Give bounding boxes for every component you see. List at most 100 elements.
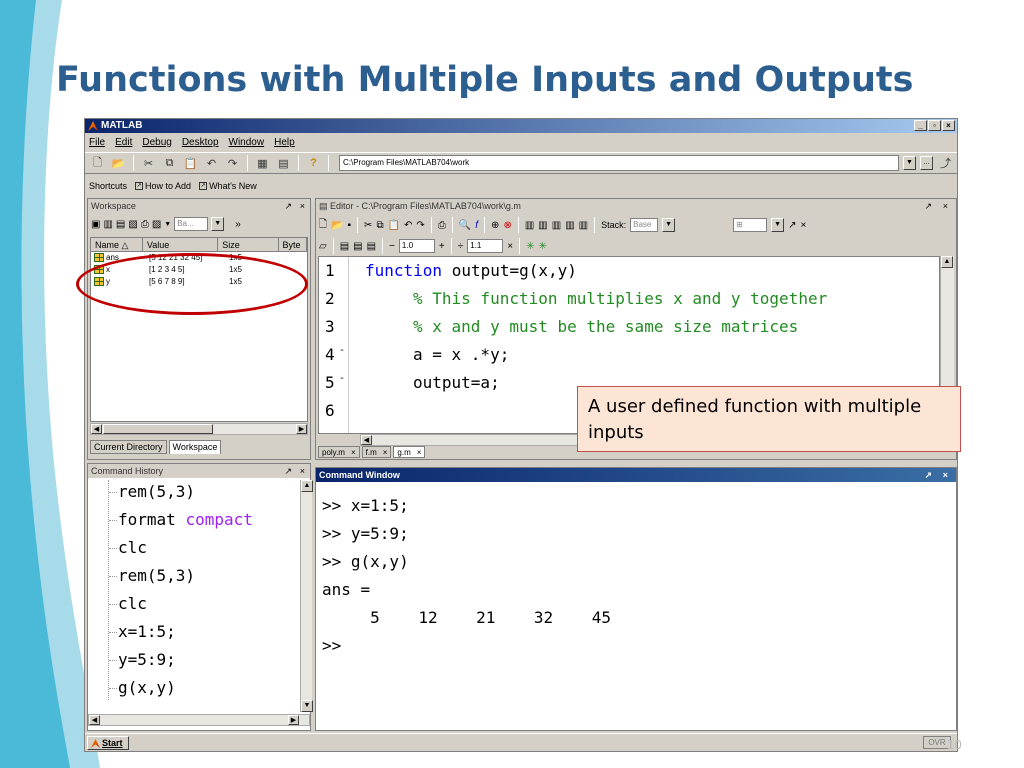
cell-mode-icon[interactable]: ▱ bbox=[319, 241, 327, 252]
list-item[interactable]: y=5:9; bbox=[118, 650, 176, 669]
command-window-body[interactable]: >> x=1:5; >> y=5:9; >> g(x,y) ans = 5 12… bbox=[316, 484, 956, 730]
import-icon[interactable]: ▥ bbox=[103, 219, 112, 230]
menu-desktop[interactable]: Desktop bbox=[182, 137, 219, 148]
scroll-left-icon[interactable]: ◀ bbox=[89, 715, 100, 725]
column-bytes[interactable]: Byte bbox=[278, 238, 307, 252]
paste-icon[interactable]: 📋 bbox=[388, 220, 400, 231]
continue-icon[interactable]: ▥ bbox=[565, 220, 574, 231]
more-icon[interactable]: » bbox=[235, 219, 241, 230]
simulink-icon[interactable]: ▦ bbox=[254, 155, 271, 172]
chevron-down-icon[interactable]: ▼ bbox=[164, 221, 171, 228]
menu-debug[interactable]: Debug bbox=[142, 137, 171, 148]
plot-icon[interactable]: ▨ bbox=[152, 219, 161, 230]
print-icon[interactable]: ⎙ bbox=[438, 220, 446, 231]
undock-icon[interactable]: ↗ bbox=[284, 464, 292, 478]
copy-icon[interactable]: ⧉ bbox=[161, 155, 178, 172]
cell-icon[interactable]: ✳ bbox=[538, 241, 546, 252]
close-icon[interactable]: × bbox=[943, 468, 948, 482]
open-folder-icon[interactable]: 📂 bbox=[110, 155, 127, 172]
folder-up-icon[interactable]: ⤴ bbox=[937, 155, 954, 172]
undock-icon[interactable]: ↗ bbox=[924, 199, 932, 213]
clear-breakpoints-icon[interactable]: ⊗ bbox=[503, 220, 511, 231]
breakpoint-dash[interactable]: - bbox=[339, 345, 345, 356]
history-vscrollbar[interactable]: ▲ ▼ bbox=[300, 480, 313, 712]
scroll-right-icon[interactable]: ▶ bbox=[296, 424, 307, 434]
open-folder-icon[interactable]: 📂 bbox=[331, 220, 343, 231]
how-to-add-link[interactable]: ↗ How to Add bbox=[135, 181, 191, 191]
increment-icon[interactable]: + bbox=[439, 241, 445, 252]
print-icon[interactable]: ⎙ bbox=[141, 219, 149, 230]
redo-icon[interactable]: ↷ bbox=[224, 155, 241, 172]
tab-current-directory[interactable]: Current Directory bbox=[90, 440, 167, 454]
divide-icon[interactable]: ÷ bbox=[458, 241, 464, 252]
menu-edit[interactable]: Edit bbox=[115, 137, 132, 148]
start-button[interactable]: Start bbox=[87, 736, 129, 750]
scroll-left-icon[interactable]: ◀ bbox=[361, 435, 372, 445]
decrement-icon[interactable]: − bbox=[389, 241, 395, 252]
list-item[interactable]: rem(5,3) bbox=[118, 566, 195, 585]
cut-icon[interactable]: ✂ bbox=[140, 155, 157, 172]
column-size[interactable]: Size bbox=[218, 238, 279, 252]
function-icon[interactable]: f bbox=[475, 220, 478, 231]
column-value[interactable]: Value bbox=[142, 238, 219, 252]
undock-icon[interactable]: ↗ bbox=[788, 220, 796, 231]
save-icon[interactable]: ▪ bbox=[348, 220, 352, 231]
paste-icon[interactable]: 📋 bbox=[182, 155, 199, 172]
close-icon[interactable]: × bbox=[300, 464, 305, 478]
column-name[interactable]: Name △ bbox=[91, 238, 143, 252]
list-item[interactable]: x=1:5; bbox=[118, 622, 176, 641]
chevron-down-icon[interactable]: ▼ bbox=[211, 217, 225, 231]
step-out-icon[interactable]: ▥ bbox=[552, 220, 561, 231]
undo-icon[interactable]: ↶ bbox=[203, 155, 220, 172]
scroll-up-icon[interactable]: ▲ bbox=[301, 480, 313, 492]
stack-select[interactable]: Ba... bbox=[174, 217, 209, 231]
tab-workspace[interactable]: Workspace bbox=[168, 440, 222, 454]
step-icon[interactable]: ▥ bbox=[525, 220, 534, 231]
menu-help[interactable]: Help bbox=[274, 137, 295, 148]
delete-icon[interactable]: ▧ bbox=[128, 219, 137, 230]
save-icon[interactable]: ▤ bbox=[116, 219, 125, 230]
scroll-thumb[interactable] bbox=[103, 424, 213, 434]
eval-advance-icon[interactable]: ▤ bbox=[353, 241, 362, 252]
eval-cell-icon[interactable]: ▤ bbox=[340, 241, 349, 252]
layout-select[interactable]: ⊞ bbox=[733, 218, 768, 232]
guide-icon[interactable]: ▤ bbox=[275, 155, 292, 172]
close-icon[interactable]: × bbox=[300, 199, 305, 213]
list-item[interactable]: rem(5,3) bbox=[118, 482, 195, 501]
chevron-down-icon[interactable]: ▼ bbox=[903, 156, 916, 170]
cell-step-input[interactable]: 1.0 bbox=[398, 239, 435, 253]
menu-window[interactable]: Window bbox=[229, 137, 265, 148]
browse-button[interactable]: … bbox=[920, 156, 933, 170]
scroll-left-icon[interactable]: ◀ bbox=[91, 424, 102, 434]
multiply-icon[interactable]: × bbox=[507, 241, 513, 252]
tab-g-m[interactable]: g.m × bbox=[393, 446, 426, 458]
undock-icon[interactable]: ↗ bbox=[284, 199, 292, 213]
minimize-button[interactable]: _ bbox=[914, 120, 927, 131]
new-file-icon[interactable]: 🗋 bbox=[319, 217, 327, 234]
close-icon[interactable]: × bbox=[943, 199, 948, 213]
current-directory-input[interactable]: C:\Program Files\MATLAB704\work bbox=[339, 155, 899, 171]
tab-f-m[interactable]: f.m × bbox=[361, 446, 392, 458]
find-icon[interactable]: 🔍 bbox=[459, 220, 471, 231]
cut-icon[interactable]: ✂ bbox=[364, 220, 372, 231]
menu-file[interactable]: File bbox=[89, 137, 105, 148]
exit-debug-icon[interactable]: ▥ bbox=[579, 220, 588, 231]
list-item[interactable]: clc bbox=[118, 594, 147, 613]
set-breakpoint-icon[interactable]: ⊕ bbox=[491, 220, 499, 231]
new-variable-icon[interactable]: ▣ bbox=[91, 219, 100, 230]
list-item[interactable]: clc bbox=[118, 538, 147, 557]
stack-select[interactable]: Base bbox=[630, 218, 659, 232]
redo-icon[interactable]: ↷ bbox=[416, 220, 424, 231]
new-file-icon[interactable]: 🗋 bbox=[89, 155, 106, 172]
copy-icon[interactable]: ⧉ bbox=[376, 220, 383, 231]
chevron-down-icon[interactable]: ▼ bbox=[771, 218, 785, 232]
scroll-down-icon[interactable]: ▼ bbox=[301, 700, 313, 712]
breakpoint-dash[interactable]: - bbox=[339, 373, 345, 384]
close-icon[interactable]: × bbox=[801, 220, 807, 231]
history-hscrollbar[interactable]: ◀ ▶ bbox=[88, 714, 310, 726]
tab-poly-m[interactable]: poly.m × bbox=[318, 446, 360, 458]
help-icon[interactable]: ? bbox=[305, 155, 322, 172]
scroll-up-icon[interactable]: ▲ bbox=[941, 256, 953, 268]
eval-file-icon[interactable]: ▤ bbox=[367, 241, 376, 252]
undo-icon[interactable]: ↶ bbox=[404, 220, 412, 231]
